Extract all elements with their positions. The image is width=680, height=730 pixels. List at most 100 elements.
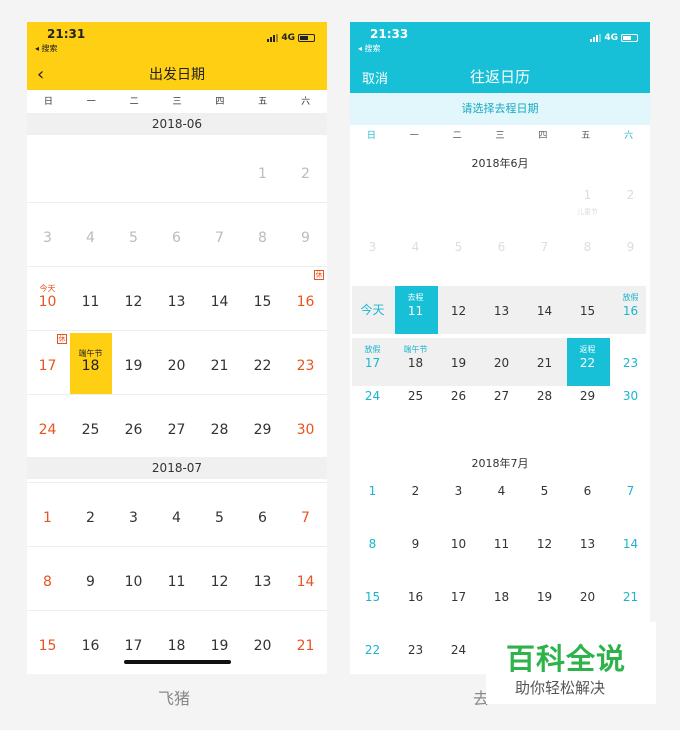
calendar-day[interactable]: 12 xyxy=(437,304,480,318)
calendar-day[interactable]: 8 xyxy=(566,240,609,254)
calendar-day[interactable]: 21 xyxy=(198,358,241,374)
calendar-day[interactable]: 9 xyxy=(394,537,437,551)
calendar-day[interactable]: 5 xyxy=(523,484,566,498)
calendar-day[interactable]: 1 xyxy=(566,188,609,202)
calendar-day[interactable]: 5 xyxy=(112,230,155,246)
calendar-day[interactable]: 19 xyxy=(112,358,155,374)
calendar-day[interactable]: 23 xyxy=(284,358,327,374)
calendar-day[interactable]: 3 xyxy=(351,240,394,254)
status-back-link[interactable]: ◂ 搜索 xyxy=(358,43,381,54)
calendar-day[interactable]: 1 xyxy=(241,166,284,182)
calendar-day[interactable]: 16 xyxy=(609,304,650,318)
calendar-day[interactable]: 21 xyxy=(284,638,327,654)
calendar-day[interactable]: 8 xyxy=(241,230,284,246)
calendar-day[interactable]: 6 xyxy=(566,484,609,498)
calendar-day[interactable]: 13 xyxy=(155,294,198,310)
calendar-day[interactable]: 4 xyxy=(480,484,523,498)
calendar-day[interactable]: 15 xyxy=(566,304,609,318)
calendar-day[interactable]: 18 xyxy=(394,356,437,370)
calendar-day[interactable]: 18 xyxy=(480,590,523,604)
calendar-day[interactable]: 17 xyxy=(351,356,394,370)
calendar-day[interactable]: 6 xyxy=(241,510,284,526)
calendar-day[interactable]: 30 xyxy=(284,422,327,438)
calendar-day[interactable]: 6 xyxy=(155,230,198,246)
calendar-day[interactable]: 11 xyxy=(480,537,523,551)
calendar-day[interactable]: 12 xyxy=(523,537,566,551)
calendar-day[interactable]: 10 xyxy=(27,294,69,310)
calendar-day[interactable]: 26 xyxy=(112,422,155,438)
calendar-day[interactable]: 18 xyxy=(155,638,198,654)
calendar-day[interactable]: 27 xyxy=(480,389,523,403)
calendar-day[interactable]: 8 xyxy=(27,574,69,590)
calendar-day[interactable]: 19 xyxy=(523,590,566,604)
calendar-day[interactable]: 4 xyxy=(155,510,198,526)
calendar-day[interactable]: 22 xyxy=(566,356,609,370)
calendar-day[interactable]: 28 xyxy=(198,422,241,438)
calendar-day[interactable]: 7 xyxy=(609,484,650,498)
calendar-day[interactable]: 22 xyxy=(241,358,284,374)
calendar-day[interactable]: 3 xyxy=(112,510,155,526)
calendar-day[interactable]: 14 xyxy=(198,294,241,310)
calendar-day[interactable]: 2 xyxy=(609,188,650,202)
calendar-day[interactable]: 11 xyxy=(155,574,198,590)
calendar-day[interactable]: 16 xyxy=(284,294,327,310)
calendar-day[interactable]: 16 xyxy=(394,590,437,604)
calendar-day[interactable]: 20 xyxy=(241,638,284,654)
calendar-day[interactable]: 20 xyxy=(155,358,198,374)
calendar-day[interactable]: 20 xyxy=(566,590,609,604)
calendar-day[interactable]: 24 xyxy=(351,389,394,403)
calendar-day[interactable]: 7 xyxy=(523,240,566,254)
calendar-day[interactable]: 2 xyxy=(69,510,112,526)
calendar-day[interactable]: 17 xyxy=(112,638,155,654)
calendar-day[interactable]: 24 xyxy=(437,643,480,657)
calendar-day[interactable]: 13 xyxy=(241,574,284,590)
calendar-day[interactable]: 25 xyxy=(69,422,112,438)
calendar-day[interactable]: 25 xyxy=(394,389,437,403)
calendar-day[interactable]: 14 xyxy=(609,537,650,551)
calendar-day[interactable]: 29 xyxy=(566,389,609,403)
calendar-day[interactable]: 13 xyxy=(480,304,523,318)
calendar-day[interactable]: 16 xyxy=(69,638,112,654)
calendar-day[interactable]: 1 xyxy=(351,484,394,498)
calendar-day[interactable]: 21 xyxy=(609,590,650,604)
calendar-day[interactable]: 2 xyxy=(394,484,437,498)
calendar-day[interactable]: 30 xyxy=(609,389,650,403)
calendar-day[interactable]: 21 xyxy=(523,356,566,370)
calendar-day[interactable]: 12 xyxy=(198,574,241,590)
calendar-day[interactable]: 26 xyxy=(437,389,480,403)
calendar-day[interactable]: 17 xyxy=(437,590,480,604)
calendar-day[interactable]: 12 xyxy=(112,294,155,310)
calendar-day[interactable]: 15 xyxy=(351,590,394,604)
calendar-day[interactable]: 6 xyxy=(480,240,523,254)
calendar-day[interactable]: 14 xyxy=(284,574,327,590)
calendar-day[interactable]: 29 xyxy=(241,422,284,438)
calendar-day[interactable]: 13 xyxy=(566,537,609,551)
calendar-day[interactable]: 11 xyxy=(69,294,112,310)
calendar-day[interactable]: 14 xyxy=(523,304,566,318)
calendar-day[interactable]: 23 xyxy=(394,643,437,657)
calendar-day[interactable]: 9 xyxy=(609,240,650,254)
calendar-day[interactable]: 5 xyxy=(437,240,480,254)
calendar-day[interactable]: 4 xyxy=(394,240,437,254)
calendar-day[interactable]: 3 xyxy=(27,230,69,246)
calendar-day[interactable]: 11 xyxy=(394,304,437,318)
calendar-day[interactable]: 5 xyxy=(198,510,241,526)
calendar-day[interactable]: 27 xyxy=(155,422,198,438)
calendar-day[interactable]: 24 xyxy=(27,422,69,438)
calendar-day[interactable]: 20 xyxy=(480,356,523,370)
calendar-day[interactable]: 3 xyxy=(437,484,480,498)
calendar-day[interactable]: 7 xyxy=(198,230,241,246)
calendar-day[interactable]: 9 xyxy=(69,574,112,590)
calendar-day[interactable]: 23 xyxy=(609,356,650,370)
calendar-day[interactable]: 18 xyxy=(69,358,112,374)
calendar-day[interactable]: 9 xyxy=(284,230,327,246)
calendar-day[interactable]: 17 xyxy=(27,358,69,374)
calendar-day[interactable]: 19 xyxy=(437,356,480,370)
calendar-day[interactable]: 7 xyxy=(284,510,327,526)
status-back-link[interactable]: ◂ 搜索 xyxy=(35,43,58,54)
calendar-day[interactable]: 22 xyxy=(351,643,394,657)
calendar-day[interactable]: 2 xyxy=(284,166,327,182)
calendar-day[interactable]: 15 xyxy=(27,638,69,654)
calendar-day[interactable]: 10 xyxy=(437,537,480,551)
calendar-day[interactable]: 4 xyxy=(69,230,112,246)
